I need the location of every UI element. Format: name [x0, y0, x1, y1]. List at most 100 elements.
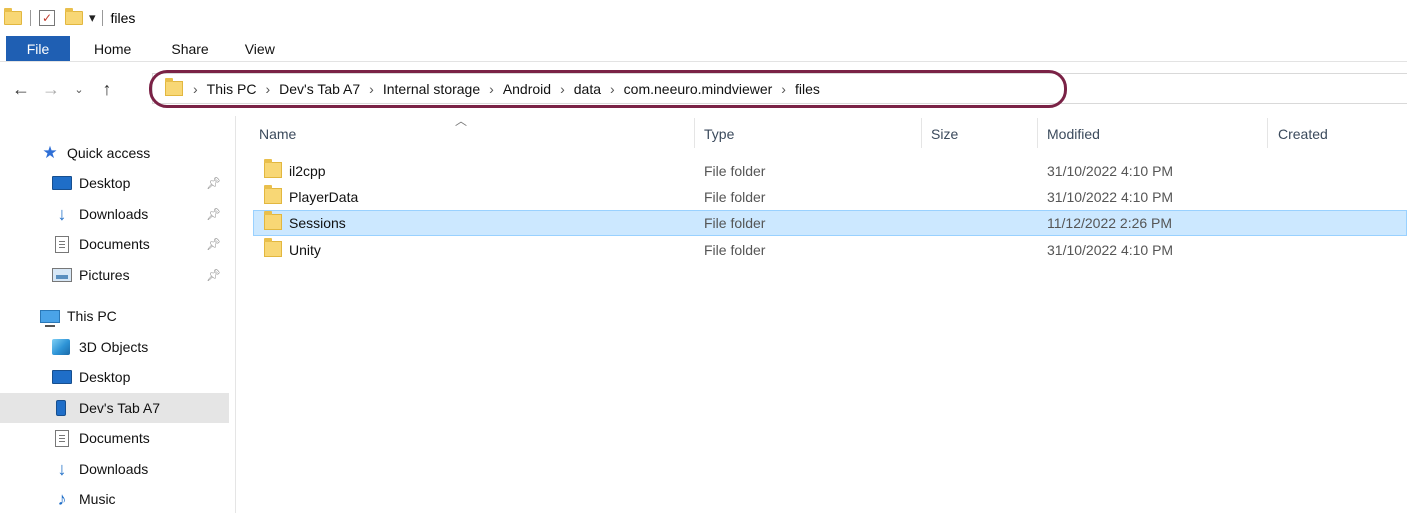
- sidebar-item-desktop-pc[interactable]: Desktop: [52, 362, 229, 392]
- sort-ascending-icon: ︿: [455, 114, 468, 128]
- breadcrumb-internal-storage[interactable]: Internal storage: [383, 81, 480, 97]
- tab-share[interactable]: Share: [171, 36, 208, 61]
- phone-icon: [56, 400, 66, 416]
- address-bar[interactable]: › This PC › Dev's Tab A7 › Internal stor…: [152, 73, 1407, 104]
- pin-icon[interactable]: 📌︎: [206, 268, 221, 282]
- sidebar-item-label: Desktop: [79, 369, 131, 385]
- tab-view[interactable]: View: [245, 36, 275, 61]
- sidebar-item-desktop[interactable]: Desktop: [52, 168, 229, 198]
- breadcrumb-separator-icon[interactable]: ›: [369, 81, 374, 97]
- title-bar: ✓ ▾ files: [0, 0, 1407, 36]
- tab-home[interactable]: Home: [94, 36, 131, 61]
- breadcrumb-data[interactable]: data: [574, 81, 601, 97]
- new-folder-icon[interactable]: [65, 8, 83, 25]
- sidebar-item-label: Music: [79, 491, 116, 507]
- documents-icon: [55, 235, 69, 253]
- sidebar-item-documents-pc[interactable]: Documents: [52, 423, 229, 453]
- breadcrumb-separator-icon[interactable]: ›: [781, 81, 786, 97]
- breadcrumb-device[interactable]: Dev's Tab A7: [279, 81, 360, 97]
- breadcrumb-separator-icon[interactable]: ›: [560, 81, 565, 97]
- column-divider[interactable]: [694, 118, 695, 148]
- breadcrumb-files[interactable]: files: [795, 81, 820, 97]
- sidebar-item-label: Pictures: [79, 267, 130, 283]
- pin-icon[interactable]: 📌︎: [206, 207, 221, 221]
- properties-check-icon[interactable]: ✓: [39, 10, 55, 26]
- music-icon: ♪: [57, 489, 67, 509]
- column-header-created[interactable]: Created: [1278, 126, 1328, 142]
- column-divider[interactable]: [1267, 118, 1268, 148]
- column-header-type[interactable]: Type: [704, 126, 734, 142]
- sidebar-item-3d-objects[interactable]: 3D Objects: [52, 332, 229, 362]
- window-title: files: [110, 10, 136, 26]
- folder-icon: [264, 211, 282, 230]
- sidebar-item-label: Downloads: [79, 461, 149, 477]
- file-type: File folder: [704, 242, 766, 258]
- file-type: File folder: [704, 189, 766, 205]
- folder-icon: [165, 78, 183, 96]
- sidebar-item-label: Documents: [79, 236, 150, 252]
- folder-icon: [264, 185, 282, 204]
- file-row-playerdata[interactable]: PlayerData File folder 31/10/2022 4:10 P…: [253, 184, 1407, 210]
- folder-icon: [4, 8, 22, 25]
- file-name: Sessions: [289, 215, 346, 231]
- sidebar-item-label: 3D Objects: [79, 339, 149, 355]
- navigation-pane: ★ Quick access Desktop 📌︎ ↓ Downloads 📌︎…: [0, 116, 236, 513]
- 3d-objects-icon: [52, 339, 70, 355]
- sidebar-item-label: This PC: [67, 308, 117, 324]
- file-row-sessions[interactable]: Sessions File folder 11/12/2022 2:26 PM: [253, 210, 1407, 236]
- breadcrumb-this-pc[interactable]: This PC: [207, 81, 257, 97]
- breadcrumb-separator-icon[interactable]: ›: [193, 81, 198, 97]
- column-divider[interactable]: [921, 118, 922, 148]
- sidebar-item-label: Documents: [79, 430, 150, 446]
- tab-file[interactable]: File: [6, 36, 70, 61]
- separator: [101, 10, 103, 26]
- breadcrumb-android[interactable]: Android: [503, 81, 551, 97]
- column-header-name[interactable]: Name: [259, 126, 296, 142]
- sidebar-item-label: Desktop: [79, 175, 131, 191]
- up-arrow-icon[interactable]: ↑: [96, 79, 118, 100]
- sidebar-item-music[interactable]: ♪ Music: [52, 484, 229, 513]
- column-header-modified[interactable]: Modified: [1047, 126, 1100, 142]
- folder-icon: [264, 238, 282, 257]
- computer-icon: [40, 309, 60, 327]
- back-arrow-icon[interactable]: ←: [10, 79, 32, 100]
- file-list: ︿ Name Type Size Modified Created il2cpp…: [237, 114, 1407, 513]
- pin-icon[interactable]: 📌︎: [206, 176, 221, 190]
- pin-icon[interactable]: 📌︎: [206, 237, 221, 251]
- forward-arrow-icon[interactable]: →: [40, 79, 62, 100]
- pictures-icon: [52, 268, 72, 282]
- file-modified: 31/10/2022 4:10 PM: [1047, 163, 1174, 179]
- file-type: File folder: [704, 163, 766, 179]
- customize-toolbar-icon[interactable]: ▾: [89, 10, 96, 26]
- sidebar-item-label: Quick access: [67, 145, 151, 161]
- file-modified: 11/12/2022 2:26 PM: [1047, 215, 1173, 231]
- sidebar-item-pictures[interactable]: Pictures: [52, 260, 229, 290]
- column-divider[interactable]: [1037, 118, 1038, 148]
- breadcrumb-separator-icon[interactable]: ›: [265, 81, 270, 97]
- file-row-il2cpp[interactable]: il2cpp File folder 31/10/2022 4:10 PM: [253, 158, 1407, 184]
- file-row-unity[interactable]: Unity File folder 31/10/2022 4:10 PM: [253, 237, 1407, 263]
- sidebar-item-this-pc[interactable]: This PC: [40, 301, 229, 331]
- documents-icon: [55, 429, 69, 447]
- breadcrumb-package[interactable]: com.neeuro.mindviewer: [624, 81, 773, 97]
- ribbon-tabs: File Home Share View: [0, 36, 1407, 62]
- breadcrumb-separator-icon[interactable]: ›: [489, 81, 494, 97]
- sidebar-item-documents[interactable]: Documents: [52, 229, 229, 259]
- sidebar-item-quick-access[interactable]: ★ Quick access: [40, 138, 229, 168]
- file-name: Unity: [289, 242, 321, 258]
- downloads-icon: ↓: [57, 459, 67, 479]
- column-header-size[interactable]: Size: [931, 126, 958, 142]
- sidebar-item-downloads[interactable]: ↓ Downloads: [52, 199, 229, 229]
- file-name: il2cpp: [289, 163, 326, 179]
- sidebar-item-devs-tab-a7[interactable]: Dev's Tab A7: [0, 393, 229, 423]
- file-name: PlayerData: [289, 189, 359, 205]
- file-type: File folder: [704, 215, 766, 231]
- folder-icon: [264, 159, 282, 178]
- downloads-icon: ↓: [57, 204, 67, 224]
- separator: [30, 10, 31, 26]
- desktop-icon: [52, 370, 72, 384]
- breadcrumb-separator-icon[interactable]: ›: [610, 81, 615, 97]
- recent-locations-chevron-icon[interactable]: ⌄: [68, 83, 90, 96]
- star-icon: ★: [42, 143, 58, 162]
- sidebar-item-downloads-pc[interactable]: ↓ Downloads: [52, 454, 229, 484]
